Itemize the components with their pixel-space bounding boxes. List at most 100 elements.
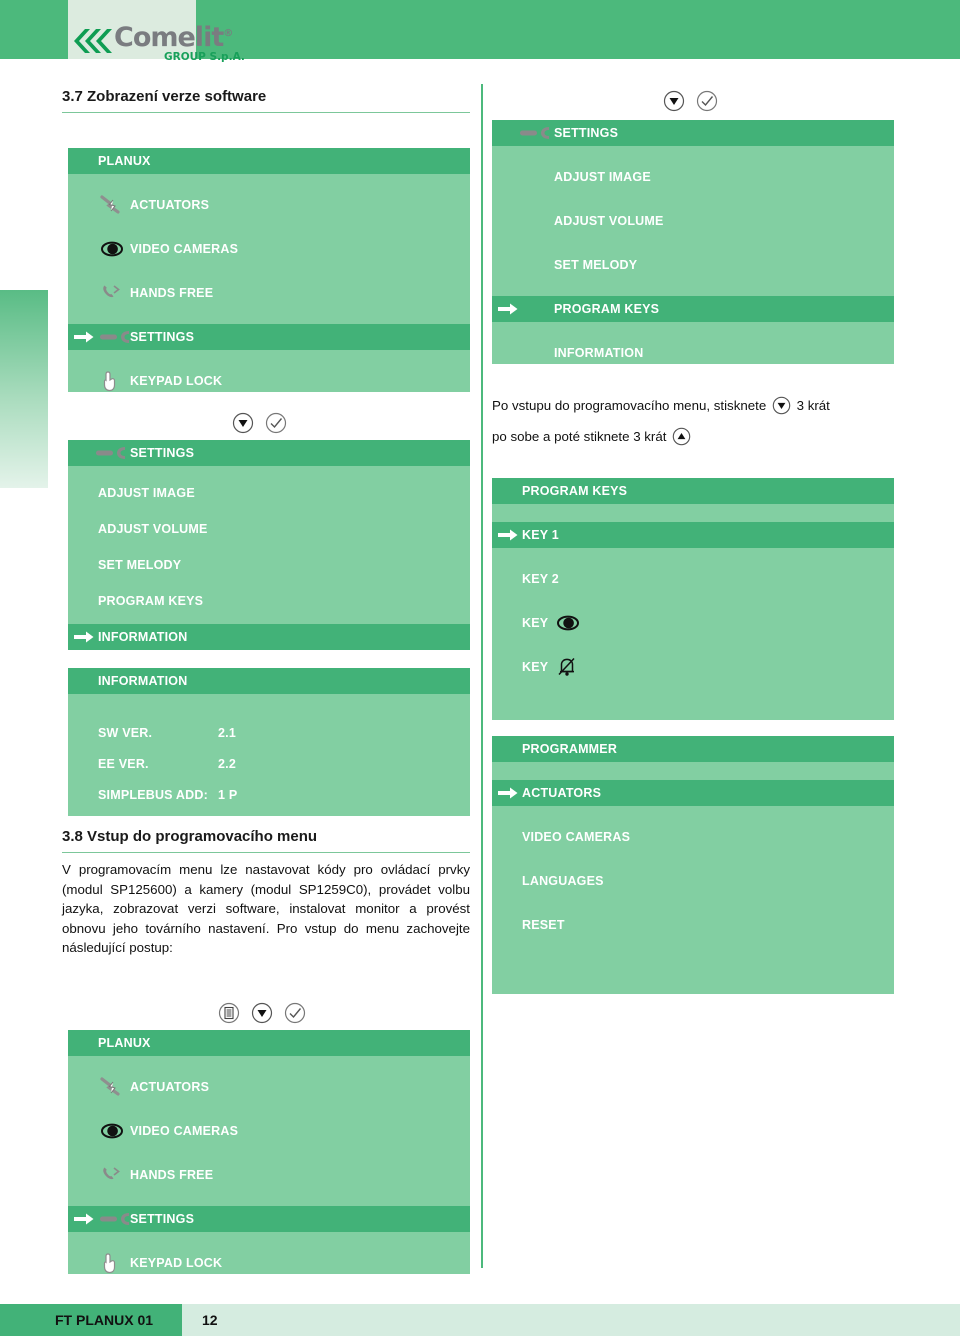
menu-item-information[interactable]: INFORMATION xyxy=(492,340,894,366)
eye-icon xyxy=(556,614,580,632)
lightning-icon xyxy=(100,192,126,218)
menu-item-adjust-image[interactable]: ADJUST IMAGE xyxy=(68,480,470,506)
menu-item-label: KEYPAD LOCK xyxy=(130,1256,223,1270)
panel-information-header-row: INFORMATION xyxy=(68,668,470,694)
menu-item-label: SETTINGS xyxy=(130,1212,195,1226)
menu-item-keypad-lock[interactable]: KEYPAD LOCK xyxy=(68,1250,470,1276)
arrow-right-icon xyxy=(74,624,94,650)
menu-item-key[interactable]: KEY xyxy=(492,610,894,636)
information-field-row: SIMPLEBUS ADD: 1 P xyxy=(68,782,470,808)
menu-item-actuators[interactable]: ACTUATORS xyxy=(68,192,470,218)
brand-name: Comelit® xyxy=(114,22,233,53)
menu-item-adjust-volume[interactable]: ADJUST VOLUME xyxy=(492,208,894,234)
panel-settings-right: SETTINGS ADJUST IMAGE ADJUST VOLUME SET MEL… xyxy=(492,120,894,364)
menu-item-hands-free[interactable]: HANDS FREE xyxy=(68,1162,470,1188)
menu-item-program-keys[interactable]: PROGRAM KEYS xyxy=(68,588,470,614)
menu-item-adjust-image[interactable]: ADJUST IMAGE xyxy=(492,164,894,190)
wrench-icon xyxy=(100,1206,130,1232)
panel-planux_top-header-label: PLANUX xyxy=(98,154,151,168)
menu-item-actuators[interactable]: ACTUATORS xyxy=(492,780,894,806)
brand-subtitle: GROUP S.p.A. xyxy=(164,51,245,63)
menu-item-label: SETTINGS xyxy=(130,330,195,344)
registered-mark: ® xyxy=(223,28,233,39)
menu-item-set-melody[interactable]: SET MELODY xyxy=(492,252,894,278)
check-button-icon[interactable] xyxy=(265,412,287,439)
menu-item-key-2[interactable]: KEY 2 xyxy=(492,566,894,592)
menu-item-label: VIDEO CAMERAS xyxy=(130,1124,239,1138)
menu-item-label: KEY 2 xyxy=(522,572,559,586)
panel-programmer: PROGRAMMER ACTUATORS VIDEO CAMERAS LANGUAGE… xyxy=(492,736,894,994)
menu-item-hands-free[interactable]: HANDS FREE xyxy=(68,280,470,306)
column-divider xyxy=(481,84,483,1268)
menu-item-actuators[interactable]: ACTUATORS xyxy=(68,1074,470,1100)
arrow-down-button-icon[interactable] xyxy=(251,1002,273,1029)
menu-item-label: ADJUST VOLUME xyxy=(98,522,208,536)
information-field-label: EE VER. xyxy=(98,757,149,771)
note-line1-part1: Po vstupu do programovacího menu, stiskn… xyxy=(492,398,767,413)
menu-item-label: HANDS FREE xyxy=(130,286,214,300)
lightning-icon xyxy=(100,1074,126,1100)
menu-item-key-1[interactable]: KEY 1 xyxy=(492,522,894,548)
menu-item-label: ADJUST VOLUME xyxy=(554,214,664,228)
panel-program_keys-header-row: PROGRAM KEYS xyxy=(492,478,894,504)
menu-item-label: SET MELODY xyxy=(554,258,638,272)
hand-icon xyxy=(100,1250,120,1276)
menu-item-label: INFORMATION xyxy=(554,346,644,360)
check-button-icon[interactable] xyxy=(284,1002,306,1029)
comelit-logo: Comelit® GROUP S.p.A. xyxy=(72,22,252,70)
arrow-down-button-icon[interactable] xyxy=(663,90,685,117)
panel-planux-top: PLANUX ACTUATORS VIDEO CAMERAS HANDS FREE SE… xyxy=(68,148,470,392)
panel-information-header-label: INFORMATION xyxy=(98,674,188,688)
note-line1-part2: 3 krát xyxy=(796,398,830,413)
menu-item-label: PROGRAM KEYS xyxy=(98,594,204,608)
section-3-8-body: V programovacím menu lze nastavovat kódy… xyxy=(62,862,470,955)
menu-item-label: PROGRAM KEYS xyxy=(554,302,660,316)
menu-item-label: KEYPAD LOCK xyxy=(130,374,223,388)
arrow-up-button-icon[interactable] xyxy=(672,427,691,449)
panel-settings_left-header-label: SETTINGS xyxy=(130,446,195,460)
menu-item-reset[interactable]: RESET xyxy=(492,912,894,938)
wrench-icon xyxy=(100,324,130,350)
information-field-label: SIMPLEBUS ADD: xyxy=(98,788,208,802)
panel-planux_bottom-header-row: PLANUX xyxy=(68,1030,470,1056)
eye-icon xyxy=(100,1118,124,1144)
menu-item-information[interactable]: INFORMATION xyxy=(68,624,470,650)
menu-item-video-cameras[interactable]: VIDEO CAMERAS xyxy=(492,824,894,850)
page-root: Comelit® GROUP S.p.A. 3.7 Zobrazení verz… xyxy=(0,0,960,1336)
menu-item-settings[interactable]: SETTINGS xyxy=(68,1206,470,1232)
side-decoration-bar xyxy=(0,290,48,488)
menu-item-label: SET MELODY xyxy=(98,558,182,572)
menu-item-label: LANGUAGES xyxy=(522,874,604,888)
menu-item-label: HANDS FREE xyxy=(130,1168,214,1182)
check-button-icon[interactable] xyxy=(696,90,718,117)
menu-item-program-keys[interactable]: PROGRAM KEYS xyxy=(492,296,894,322)
panel-program_keys-header-label: PROGRAM KEYS xyxy=(522,484,628,498)
menu-button-icon[interactable] xyxy=(218,1002,240,1029)
arrow-down-button-icon[interactable] xyxy=(232,412,254,439)
information-field-value: 2.1 xyxy=(218,726,236,740)
section-rule-3-8 xyxy=(62,852,470,853)
arrow-down-button-icon[interactable] xyxy=(772,396,795,418)
menu-item-languages[interactable]: LANGUAGES xyxy=(492,868,894,894)
handset-icon xyxy=(100,1162,124,1188)
button-row-mid-left xyxy=(232,412,287,439)
panel-information: INFORMATION SW VER. 2.1 EE VER. 2.2 SIMPLEBU… xyxy=(68,668,470,816)
panel-planux_top-header-row: PLANUX xyxy=(68,148,470,174)
menu-item-adjust-volume[interactable]: ADJUST VOLUME xyxy=(68,516,470,542)
menu-item-label: ADJUST IMAGE xyxy=(554,170,651,184)
information-field-label: SW VER. xyxy=(98,726,153,740)
menu-item-label: INFORMATION xyxy=(98,630,188,644)
menu-item-settings[interactable]: SETTINGS xyxy=(68,324,470,350)
menu-item-video-cameras[interactable]: VIDEO CAMERAS xyxy=(68,1118,470,1144)
menu-item-key[interactable]: KEY xyxy=(492,654,894,680)
panel-settings-left: SETTINGS ADJUST IMAGE ADJUST VOLUME SET MEL… xyxy=(68,440,470,650)
menu-item-label: VIDEO CAMERAS xyxy=(522,830,631,844)
button-row-top-right xyxy=(663,90,718,117)
menu-item-set-melody[interactable]: SET MELODY xyxy=(68,552,470,578)
menu-item-label: ACTUATORS xyxy=(130,1080,210,1094)
menu-item-keypad-lock[interactable]: KEYPAD LOCK xyxy=(68,368,470,394)
menu-item-label: ACTUATORS xyxy=(130,198,210,212)
wrench-icon xyxy=(520,120,550,146)
menu-item-video-cameras[interactable]: VIDEO CAMERAS xyxy=(68,236,470,262)
panel-programmer-header-row: PROGRAMMER xyxy=(492,736,894,762)
